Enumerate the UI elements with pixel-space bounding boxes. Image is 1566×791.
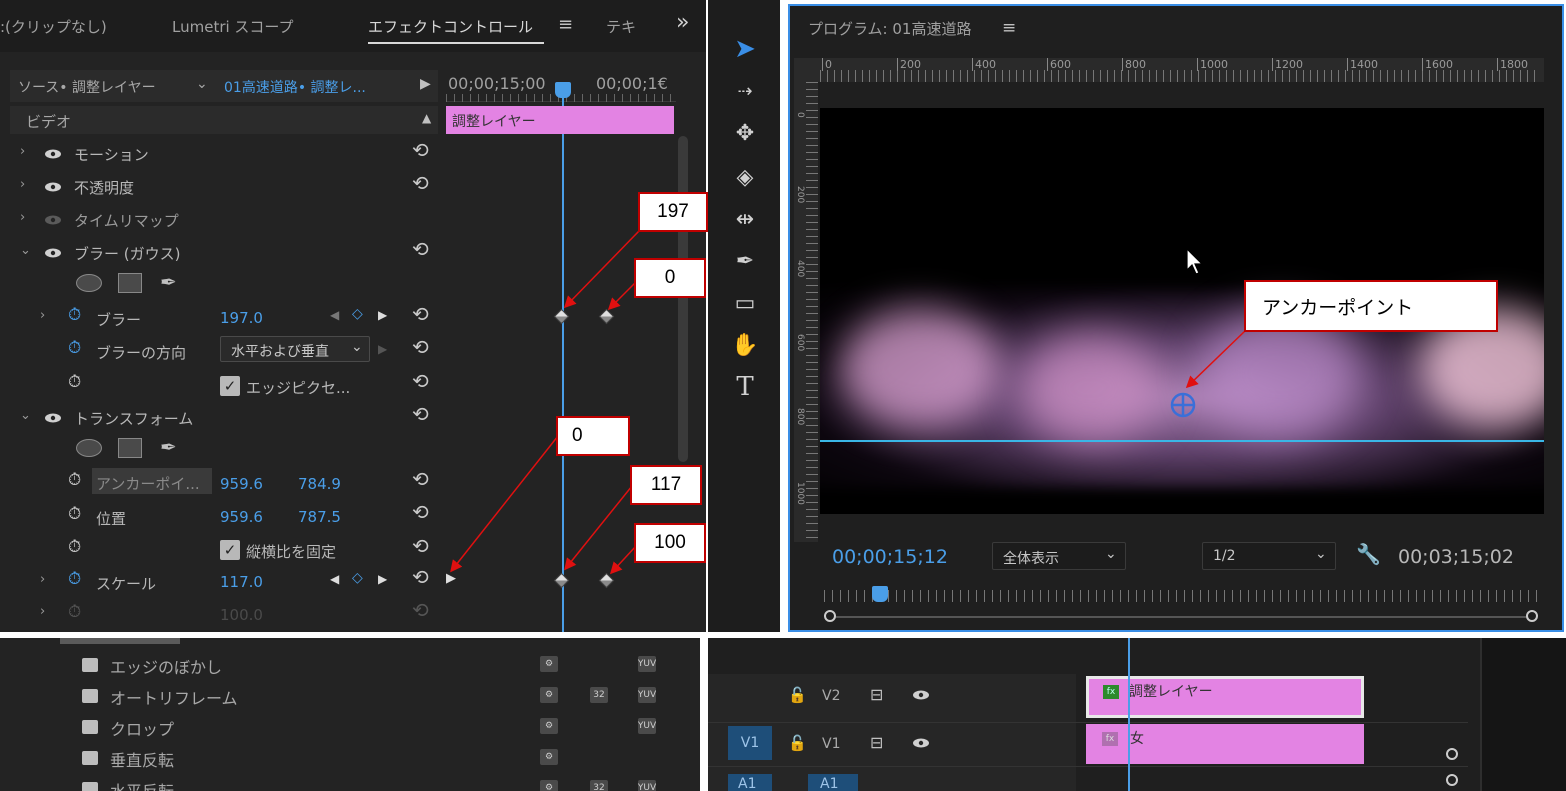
callout-anchor-point: アンカーポイント: [1244, 280, 1498, 332]
divider: [0, 632, 1566, 638]
timeline-playhead[interactable]: [1128, 638, 1130, 791]
track-separator: [708, 766, 1468, 767]
effect-list-item[interactable]: オートリフレーム: [110, 685, 238, 709]
arrow-anchor: [1185, 329, 1247, 389]
source-patch-v1[interactable]: V1: [728, 726, 772, 760]
scroll-handle[interactable]: [1446, 774, 1458, 786]
eye-icon[interactable]: [912, 738, 930, 748]
lock-icon[interactable]: 🔓: [788, 686, 807, 704]
fx-badge-icon: fx: [1102, 732, 1118, 746]
yuv-badge-icon: YUV: [638, 718, 656, 734]
timeline-panel: 🔓 V2 ⊟ V1 🔓 V1 ⊟ A1 A1 fx 調整レイヤー fx 女: [708, 638, 1566, 791]
arrow-0b: [450, 435, 559, 573]
effect-preset-icon: [82, 782, 98, 791]
yuv-badge-icon: YUV: [638, 780, 656, 791]
effect-list-item[interactable]: 水平反転: [110, 778, 174, 791]
toggle-sync-icon[interactable]: ⊟: [870, 733, 883, 752]
lock-icon[interactable]: 🔓: [788, 734, 807, 752]
accelerated-badge-icon: ⚙: [540, 718, 558, 734]
effect-list-item[interactable]: 垂直反転: [110, 747, 174, 771]
effect-list-item[interactable]: エッジのぼかし: [110, 654, 222, 678]
group-header: [60, 638, 180, 644]
effect-preset-icon: [82, 689, 98, 703]
clip-v2-name: 調整レイヤー: [1129, 684, 1213, 700]
accelerated-badge-icon: ⚙: [540, 656, 558, 672]
32bit-badge-icon: 32: [590, 687, 608, 703]
meter-column: [1480, 638, 1566, 791]
clip-v1-name: 女: [1130, 731, 1144, 747]
scroll-handle[interactable]: [1446, 748, 1458, 760]
effect-preset-icon: [82, 658, 98, 672]
track-v1-label[interactable]: V1: [822, 736, 840, 752]
track-a1-label[interactable]: A1: [808, 774, 858, 791]
yuv-badge-icon: YUV: [638, 687, 656, 703]
track-separator: [708, 722, 1468, 723]
accelerated-badge-icon: ⚙: [540, 687, 558, 703]
callout-100: 100: [634, 523, 706, 563]
accelerated-badge-icon: ⚙: [540, 749, 558, 765]
source-patch-a1[interactable]: A1: [728, 774, 772, 791]
effect-list-item[interactable]: クロップ: [110, 716, 174, 740]
32bit-badge-icon: 32: [590, 780, 608, 791]
accelerated-badge-icon: ⚙: [540, 780, 558, 791]
toggle-sync-icon[interactable]: ⊟: [870, 685, 883, 704]
callout-117: 117: [630, 465, 702, 505]
arrow-197: [563, 229, 641, 309]
eye-icon[interactable]: [912, 690, 930, 700]
effect-preset-icon: [82, 751, 98, 765]
effect-preset-icon: [82, 720, 98, 734]
effects-list-panel: エッジのぼかし ⚙ YUV オートリフレーム ⚙ 32 YUV クロップ ⚙ YUV 垂直反転 ⚙ 水平…: [0, 638, 700, 791]
yuv-badge-icon: YUV: [638, 656, 656, 672]
callout-0b: 0: [556, 416, 630, 456]
callout-0a: 0: [634, 258, 706, 298]
arrow-117: [564, 485, 633, 571]
fx-badge-icon: fx: [1103, 685, 1119, 699]
arrow-100: [609, 545, 637, 575]
arrow-0a: [607, 281, 637, 311]
callout-197: 197: [638, 192, 708, 232]
track-v2-label[interactable]: V2: [822, 688, 840, 704]
